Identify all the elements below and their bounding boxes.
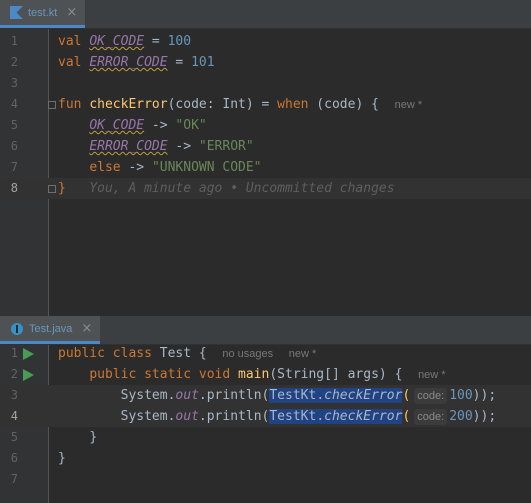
line-number: 7 [10,160,18,174]
fold-icon[interactable] [48,101,56,109]
usages-hint[interactable]: no usages [222,348,273,360]
line-number: 4 [10,409,18,423]
code-line-2[interactable]: 2 val ERROR_CODE = 101 [0,52,531,73]
code-line-5[interactable]: 5 } [0,427,531,448]
kotlin-tab-bar: test.kt × [0,0,531,29]
code-line-8[interactable]: 8 } You, A minute ago • Uncommitted chan… [0,178,531,199]
code-text: System. [120,409,176,424]
selected-call[interactable]: TestKt.checkError [269,388,403,403]
code-text: )); [472,388,497,403]
line-number: 3 [10,388,18,402]
parameters: (String[] args) { [269,367,403,382]
line-number: 6 [10,139,18,153]
code-line-6[interactable]: 6 ERROR_CODE -> "ERROR" [0,136,531,157]
line-number: 7 [10,472,18,486]
string-literal: "ERROR" [198,139,254,154]
constant-name[interactable]: ERROR_CODE [89,139,167,154]
closing-brace: } [58,451,66,466]
line-number: 5 [10,118,18,132]
number-literal: 100 [167,34,192,49]
line-number: 2 [10,367,18,381]
closing-brace: } [89,430,98,445]
code-line-1[interactable]: 1 public class Test { no usages new * [0,343,531,364]
number-literal: 100 [449,388,473,403]
operator: = [144,34,168,49]
parameter-hint: code: [414,409,448,425]
code-text: (code) { [308,97,379,112]
code-text: )); [472,409,497,424]
operator: = [167,55,192,70]
author-hint[interactable]: new * [418,369,446,381]
run-icon[interactable] [23,369,34,381]
tab-label: Test.java [29,322,73,335]
code-line-3[interactable]: 3 System.out.println(TestKt.checkError(c… [0,385,531,406]
keyword: public class [58,346,152,361]
parameter-hint: code: [414,388,448,404]
class-name[interactable]: Test { [152,346,207,361]
keyword: fun [58,97,82,112]
code-line-5[interactable]: 5 OK_CODE -> "OK" [0,115,531,136]
run-icon[interactable] [23,348,34,360]
number-literal: 200 [449,409,473,424]
constant-name[interactable]: ERROR_CODE [89,55,167,70]
tab-label: test.kt [28,6,58,19]
code-line-3[interactable]: 3 [0,73,531,94]
code-line-4[interactable]: 4 System.out.println(TestKt.checkError(c… [0,406,531,427]
keyword: val [58,34,82,49]
code-line-7[interactable]: 7 [0,469,531,490]
code-text: System. [120,388,176,403]
function-name[interactable]: checkError [89,97,167,112]
kotlin-editor-pane: test.kt × 1 val OK_CODE = 100 2 val ERRO… [0,0,531,316]
code-line-2[interactable]: 2 public static void main(String[] args)… [0,364,531,385]
code-line-6[interactable]: 6 } [0,448,531,469]
constant-name[interactable]: OK_CODE [89,34,144,49]
operator: -> [167,139,199,154]
keyword: public static void [89,367,231,382]
code-line-4[interactable]: 4 fun checkError(code: Int) = when (code… [0,94,531,115]
author-hint[interactable]: new * [395,99,423,111]
code-line-1[interactable]: 1 val OK_CODE = 100 [0,31,531,52]
author-hint[interactable]: new * [289,348,317,360]
string-literal: "OK" [175,118,207,133]
tab-test-kt[interactable]: test.kt × [0,0,86,28]
constant-name[interactable]: OK_CODE [89,118,144,133]
closing-brace: } [58,181,66,196]
line-number: 4 [10,97,18,111]
function-name[interactable]: main [238,367,269,382]
java-editor-pane: Test.java × 1 public class Test { no usa… [0,316,531,503]
code-line-7[interactable]: 7 else -> "UNKNOWN CODE" [0,157,531,178]
parameters: (code: Int) = [167,97,278,112]
line-number: 2 [10,55,18,69]
operator: -> [120,160,152,175]
git-blame-annotation[interactable]: You, A minute ago • Uncommitted changes [89,181,394,196]
string-literal: "UNKNOWN CODE" [151,160,262,175]
fold-icon[interactable] [48,185,56,193]
line-number: 6 [10,451,18,465]
close-icon[interactable]: × [66,6,77,19]
code-text: .println( [198,388,270,403]
java-tab-bar: Test.java × [0,316,531,345]
static-field[interactable]: out [175,388,198,403]
number-literal: 101 [191,55,215,70]
line-number: 1 [10,346,18,360]
static-field[interactable]: out [175,409,198,424]
keyword: when [277,97,309,112]
line-number: 5 [10,430,18,444]
close-icon[interactable]: × [81,322,92,335]
line-number: 8 [10,181,18,195]
keyword: val [58,55,82,70]
java-class-icon [11,322,23,335]
operator: -> [144,118,176,133]
line-number: 1 [10,34,18,48]
tab-test-java[interactable]: Test.java × [0,316,101,344]
keyword: else [89,160,121,175]
line-number: 3 [10,76,18,90]
paren: ( [402,388,411,403]
paren: ( [402,409,411,424]
code-text: .println( [198,409,270,424]
kotlin-file-icon [10,6,23,19]
selected-call[interactable]: TestKt.checkError [269,409,403,424]
